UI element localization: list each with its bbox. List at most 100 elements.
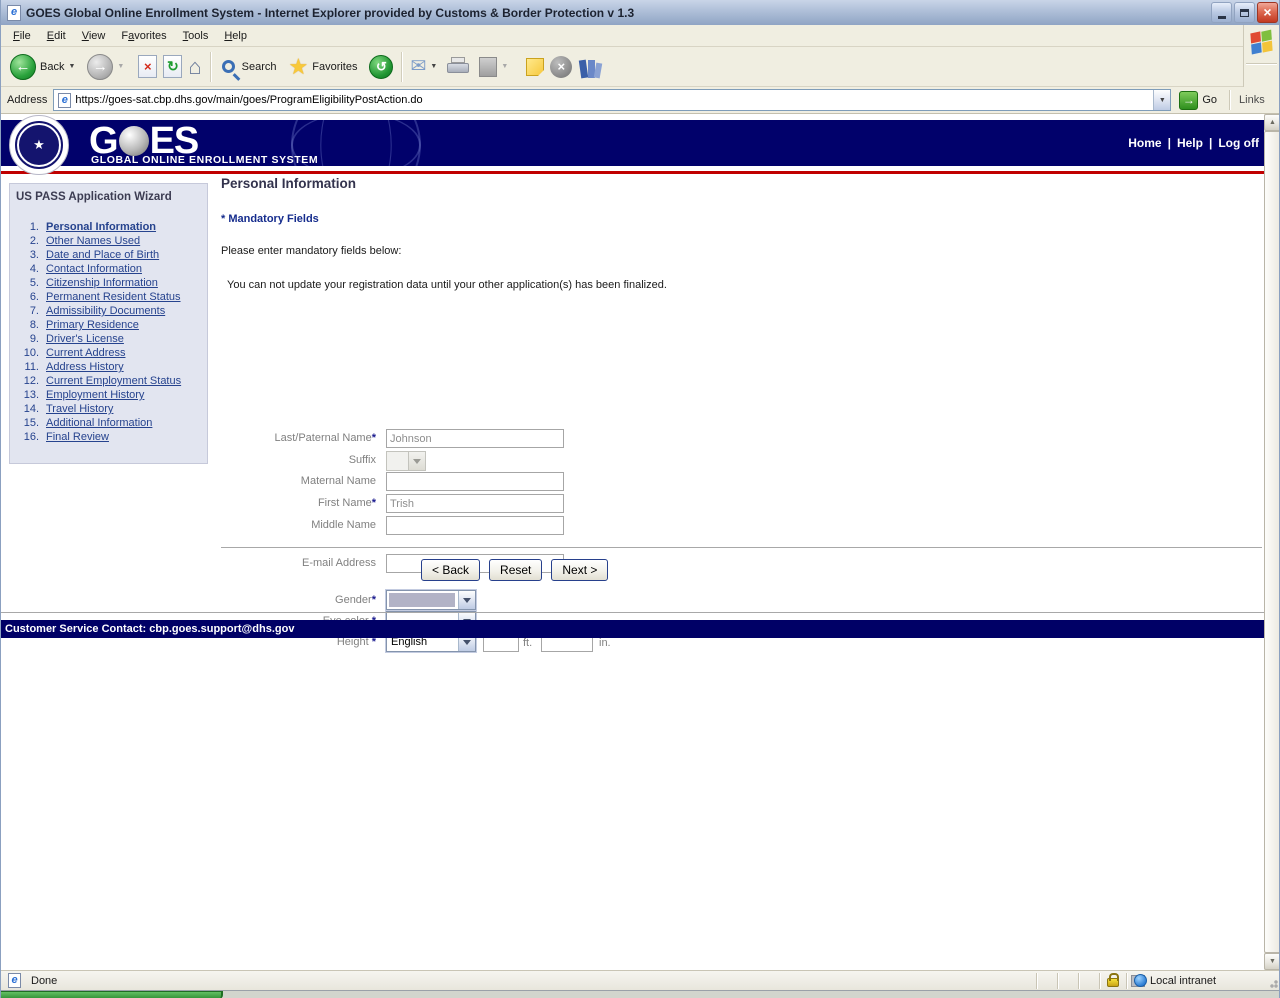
stop-button[interactable]: × — [135, 53, 160, 80]
warning-text: You can not update your registration dat… — [227, 279, 667, 291]
menu-favorites[interactable]: Favorites — [113, 27, 174, 45]
step-number: 3. — [10, 248, 46, 262]
browser-window: e GOES Global Online Enrollment System -… — [0, 0, 1280, 998]
sidebar-item-permanent-resident-status[interactable]: Permanent Resident Status — [46, 290, 181, 304]
sidebar-item-employment-history[interactable]: Employment History — [46, 388, 144, 402]
forward-dropdown-icon[interactable]: ▼ — [117, 63, 124, 70]
notes-button[interactable] — [523, 56, 547, 78]
sidebar-item-primary-residence[interactable]: Primary Residence — [46, 318, 139, 332]
customer-service-bar: Customer Service Contact: cbp.goes.suppo… — [1, 620, 1264, 638]
refresh-icon: ↻ — [163, 55, 182, 78]
suffix-label: Suffix — [221, 454, 376, 466]
last-name-input[interactable] — [386, 429, 564, 448]
intranet-zone-icon — [1131, 975, 1145, 987]
back-dropdown-icon[interactable]: ▼ — [68, 63, 75, 70]
reset-button[interactable]: Reset — [489, 559, 542, 581]
toolbar: ← Back ▼ → ▼ × ↻ ⌂ Search ★ Favorites ↺ — [1, 47, 1245, 87]
start-button-sliver[interactable] — [1, 991, 223, 998]
print-button[interactable] — [444, 55, 472, 79]
status-page-icon: e — [8, 973, 21, 988]
menu-tools[interactable]: Tools — [175, 27, 217, 45]
middle-name-input[interactable] — [386, 516, 564, 535]
sidebar-item-additional-information[interactable]: Additional Information — [46, 416, 152, 430]
sidebar-item-admissibility-documents[interactable]: Admissibility Documents — [46, 304, 165, 318]
header-nav: Home | Help | Log off — [1128, 136, 1259, 150]
gender-select[interactable] — [386, 590, 476, 610]
home-button[interactable]: ⌂ — [185, 54, 204, 80]
next-button[interactable]: Next > — [551, 559, 608, 581]
nav-home-link[interactable]: Home — [1128, 136, 1161, 150]
menu-edit[interactable]: Edit — [39, 27, 74, 45]
email-label: E-mail Address — [221, 557, 376, 569]
back-icon: ← — [10, 54, 36, 80]
forward-button[interactable]: → ▼ — [84, 52, 127, 82]
maternal-name-input[interactable] — [386, 472, 564, 491]
step-number: 4. — [10, 262, 46, 276]
mail-button[interactable]: ✉ ▼ — [407, 55, 440, 78]
minimize-icon — [1218, 16, 1226, 19]
close-button[interactable]: × — [1257, 2, 1278, 23]
back-button[interactable]: ← Back ▼ — [7, 52, 78, 82]
step-number: 10. — [10, 346, 46, 360]
address-url: https://goes-sat.cbp.dhs.gov/main/goes/P… — [75, 94, 422, 106]
sidebar-item-current-address[interactable]: Current Address — [46, 346, 125, 360]
nav-logoff-link[interactable]: Log off — [1218, 136, 1259, 150]
minimize-button[interactable] — [1211, 2, 1232, 23]
scroll-down-button[interactable]: ▼ — [1264, 953, 1280, 970]
mail-icon: ✉ — [410, 57, 426, 76]
sidebar-item-date-and-place-of-birth[interactable]: Date and Place of Birth — [46, 248, 159, 262]
links-toolbar[interactable]: Links — [1239, 94, 1265, 106]
mail-dropdown-icon[interactable]: ▼ — [430, 63, 437, 70]
sidebar-item-citizenship-information[interactable]: Citizenship Information — [46, 276, 158, 290]
menu-view[interactable]: View — [74, 27, 114, 45]
feet-unit-label: ft. — [523, 637, 543, 649]
edit-button[interactable]: ▼ — [476, 55, 511, 79]
back-form-button[interactable]: < Back — [421, 559, 480, 581]
menu-help[interactable]: Help — [216, 27, 255, 45]
history-button[interactable]: ↺ — [366, 53, 396, 81]
sidebar-item-final-review[interactable]: Final Review — [46, 430, 109, 444]
window-title: GOES Global Online Enrollment System - I… — [26, 6, 634, 20]
vertical-scrollbar[interactable]: ▲ ▼ — [1264, 114, 1280, 970]
sidebar-item-current-employment-status[interactable]: Current Employment Status — [46, 374, 181, 388]
taskbar-sliver — [1, 990, 1280, 998]
zone-pane: Local intranet — [1127, 971, 1263, 991]
messenger-button[interactable]: × — [547, 54, 575, 80]
security-pane — [1100, 971, 1126, 991]
favorites-button[interactable]: ★ Favorites — [286, 54, 361, 80]
sidebar-item-drivers-license[interactable]: Driver's License — [46, 332, 124, 346]
links-separator — [1229, 90, 1230, 110]
address-input[interactable]: e https://goes-sat.cbp.dhs.gov/main/goes… — [53, 89, 1171, 111]
maternal-name-label: Maternal Name — [221, 475, 376, 487]
go-label: Go — [1202, 94, 1217, 106]
research-button[interactable] — [575, 54, 605, 80]
chevron-down-icon — [408, 452, 425, 470]
menu-bar: File Edit View Favorites Tools Help — [1, 25, 1280, 47]
stop-icon: × — [138, 55, 157, 78]
sidebar-item-contact-information[interactable]: Contact Information — [46, 262, 142, 276]
go-button[interactable]: → Go — [1179, 91, 1217, 110]
lock-icon — [1107, 978, 1119, 987]
scrollbar-thumb[interactable] — [1264, 131, 1280, 953]
first-name-input[interactable] — [386, 494, 564, 513]
menu-file[interactable]: File — [5, 27, 39, 45]
sidebar-item-address-history[interactable]: Address History — [46, 360, 124, 374]
globe-o-icon — [119, 126, 149, 156]
sidebar-item-personal-information[interactable]: Personal Information — [46, 220, 156, 234]
scroll-down-icon: ▼ — [1269, 958, 1276, 965]
form-buttons: < Back Reset Next > — [421, 559, 608, 581]
search-button[interactable]: Search — [216, 58, 280, 75]
nav-help-link[interactable]: Help — [1177, 136, 1203, 150]
scroll-up-button[interactable]: ▲ — [1264, 114, 1280, 131]
resize-grip[interactable] — [1263, 971, 1280, 991]
address-dropdown-button[interactable]: ▼ — [1153, 90, 1170, 110]
back-label: Back — [40, 61, 64, 73]
restore-button[interactable] — [1234, 2, 1255, 23]
dhs-seal-logo: ★ — [9, 115, 69, 175]
sidebar-item-other-names-used[interactable]: Other Names Used — [46, 234, 140, 248]
search-icon — [222, 60, 235, 73]
edit-dropdown-icon[interactable]: ▼ — [501, 63, 508, 70]
refresh-button[interactable]: ↻ — [160, 53, 185, 80]
step-number: 2. — [10, 234, 46, 248]
sidebar-item-travel-history[interactable]: Travel History — [46, 402, 113, 416]
